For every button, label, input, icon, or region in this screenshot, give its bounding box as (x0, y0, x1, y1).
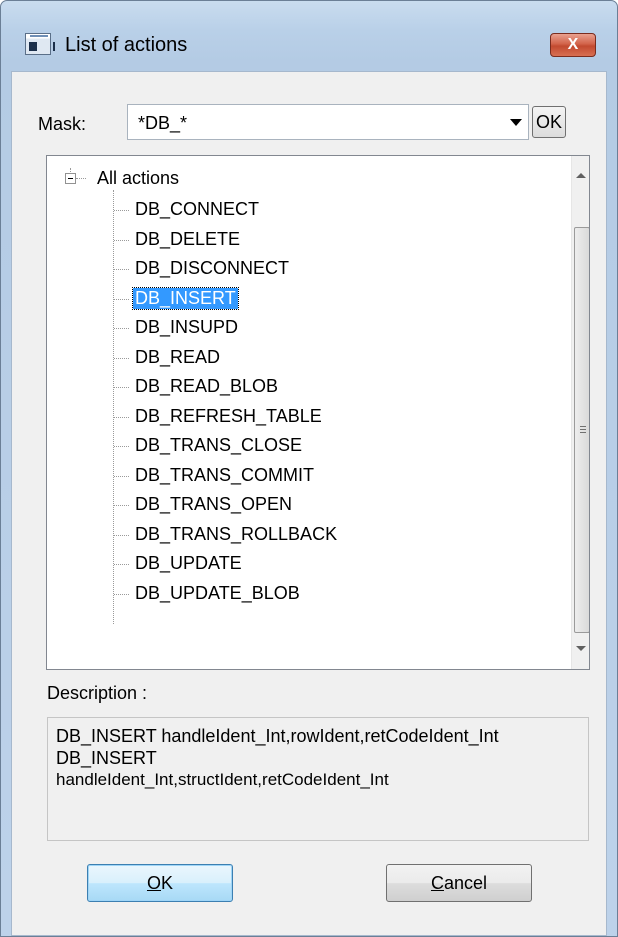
collapse-icon[interactable] (65, 173, 76, 184)
description-line: handleIdent_Int,structIdent,retCodeIdent… (56, 770, 389, 789)
mask-value[interactable]: *DB_* (138, 113, 187, 134)
description-label: Description : (47, 683, 148, 703)
window-title: List of actions (65, 34, 188, 56)
scroll-thumb[interactable] (574, 227, 589, 633)
tree-item-label[interactable]: DB_INSUPD (133, 317, 240, 338)
actions-tree[interactable]: All actions DB_CONNECT DB_DELETE DB_DISCON… (46, 155, 590, 670)
vertical-scrollbar[interactable] (571, 156, 589, 669)
tree-item-label[interactable]: DB_UPDATE_BLOB (133, 583, 302, 604)
tree-item-label[interactable]: DB_REFRESH_TABLE (133, 406, 324, 427)
tree-item-label[interactable]: DB_TRANS_CLOSE (133, 435, 304, 456)
scroll-up-icon[interactable] (576, 173, 586, 178)
cancel-button[interactable]: Cancel (386, 864, 532, 902)
mask-label: Mask: (38, 114, 87, 134)
mask-ok-button[interactable]: OK (532, 106, 566, 138)
tree-item-label[interactable]: DB_READ (133, 347, 222, 368)
tree-item-label[interactable]: DB_UPDATE (133, 553, 244, 574)
dropdown-arrow-icon[interactable] (510, 119, 522, 126)
tree-item-label[interactable]: DB_READ_BLOB (133, 376, 280, 397)
tree-item-label[interactable]: DB_TRANS_ROLLBACK (133, 524, 339, 545)
ok-button[interactable]: OK (87, 864, 233, 902)
tree-item-label[interactable]: DB_TRANS_COMMIT (133, 465, 316, 486)
scroll-down-icon[interactable] (576, 646, 586, 651)
tree-item-label[interactable]: DB_DELETE (133, 229, 242, 250)
app-window-icon (25, 33, 55, 55)
tree-root-label[interactable]: All actions (97, 168, 179, 189)
description-box: DB_INSERT handleIdent_Int,rowIdent,retCo… (47, 717, 589, 841)
description-line: DB_INSERT handleIdent_Int,rowIdent,retCo… (56, 726, 499, 746)
list-of-actions-dialog: List of actions X Mask: *DB_* OK All act… (0, 0, 618, 937)
description-line: DB_INSERT (56, 748, 157, 768)
tree-item-label[interactable]: DB_DISCONNECT (133, 258, 291, 279)
tree-item-label-selected[interactable]: DB_INSERT (132, 287, 239, 310)
close-button[interactable]: X (550, 33, 596, 57)
tree-item-label[interactable]: DB_TRANS_OPEN (133, 494, 294, 515)
tree-connector (113, 190, 114, 624)
title-bar[interactable]: List of actions X (1, 1, 617, 65)
mask-combobox[interactable]: *DB_* (127, 104, 529, 140)
tree-item-label[interactable]: DB_CONNECT (133, 199, 261, 220)
